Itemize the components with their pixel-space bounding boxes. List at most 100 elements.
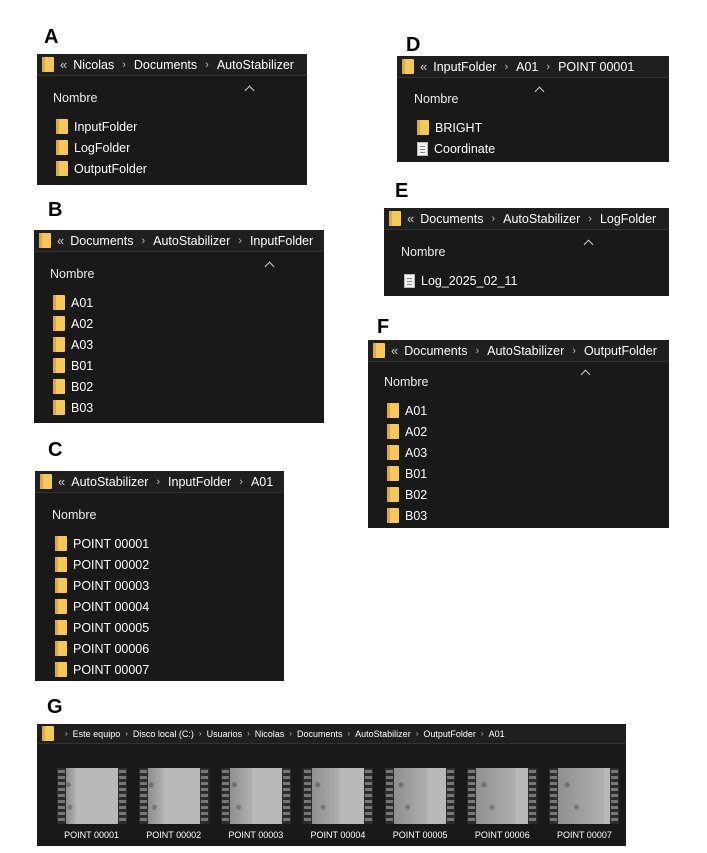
address-bar[interactable]: « AutoStabilizer › InputFolder › A01 (35, 471, 284, 493)
breadcrumb-segment[interactable]: A01 (251, 475, 273, 489)
list-item[interactable]: B03 (53, 397, 93, 418)
breadcrumb-segment[interactable]: LogFolder (600, 212, 656, 226)
breadcrumb-segment[interactable]: InputFolder (433, 60, 496, 74)
breadcrumb-segment[interactable]: Documents (134, 58, 197, 72)
folder-icon (402, 59, 414, 74)
list-item[interactable]: Coordinate (417, 138, 495, 159)
overflow-chevron-icon[interactable]: « (407, 211, 414, 226)
panel-label-c: C (48, 439, 63, 461)
video-preview-image (311, 768, 364, 824)
panel-label-g: G (47, 696, 63, 718)
video-thumbnail[interactable]: POINT 00006 (462, 768, 543, 840)
breadcrumb-segment[interactable]: AutoStabilizer (153, 234, 230, 248)
sort-ascending-icon (583, 239, 594, 250)
address-bar[interactable]: › Este equipo › Disco local (C:) › Usuarios › N… (37, 724, 626, 744)
breadcrumb-segment[interactable]: AutoStabilizer (355, 729, 411, 739)
breadcrumb-segment[interactable]: A01 (516, 60, 538, 74)
item-label: POINT 00004 (73, 599, 150, 614)
address-bar[interactable]: « Nicolas › Documents › AutoStabilizer (37, 54, 307, 76)
folder-icon (387, 445, 399, 460)
video-label: POINT 00005 (392, 830, 448, 840)
item-label: POINT 00003 (73, 578, 150, 593)
breadcrumb-segment[interactable]: Nicolas (255, 729, 285, 739)
breadcrumb-segment[interactable]: Documents (297, 729, 343, 739)
breadcrumb-segment[interactable]: Este equipo (73, 729, 121, 739)
address-bar[interactable]: « InputFolder › A01 › POINT 00001 (397, 56, 669, 78)
video-film-icon (302, 768, 373, 824)
breadcrumb-separator-icon: › (205, 58, 209, 71)
overflow-chevron-icon[interactable]: « (420, 59, 427, 74)
list-item[interactable]: B03 (387, 505, 427, 526)
list-item[interactable]: A02 (53, 313, 93, 334)
folder-icon (373, 343, 385, 358)
name-column-header[interactable]: Nombre (414, 92, 458, 106)
breadcrumb-segment[interactable]: AutoStabilizer (503, 212, 580, 226)
list-item[interactable]: POINT 00001 (55, 533, 149, 554)
list-item[interactable]: B01 (53, 355, 93, 376)
breadcrumb-segment[interactable]: Disco local (C:) (133, 729, 194, 739)
list-item[interactable]: POINT 00004 (55, 596, 149, 617)
name-column-header[interactable]: Nombre (401, 245, 445, 259)
video-thumbnail[interactable]: POINT 00002 (133, 768, 214, 840)
breadcrumb-segment[interactable]: A01 (489, 729, 505, 739)
video-thumbnail[interactable]: POINT 00001 (51, 768, 132, 840)
overflow-chevron-icon[interactable]: « (60, 57, 67, 72)
list-item[interactable]: B02 (387, 484, 427, 505)
video-thumbnail[interactable]: POINT 00005 (380, 768, 461, 840)
video-thumbnail[interactable]: POINT 00004 (297, 768, 378, 840)
list-item[interactable]: POINT 00007 (55, 659, 149, 680)
list-item[interactable]: POINT 00003 (55, 575, 149, 596)
video-thumbnail[interactable]: POINT 00007 (544, 768, 625, 840)
address-bar[interactable]: « Documents › AutoStabilizer › LogFolder (384, 208, 669, 230)
list-item[interactable]: B02 (53, 376, 93, 397)
breadcrumb-separator-icon: › (572, 344, 576, 357)
folder-icon (53, 337, 65, 352)
panel-label-d: D (406, 34, 421, 56)
name-column-header[interactable]: Nombre (52, 508, 96, 522)
breadcrumb-segment[interactable]: Documents (404, 344, 467, 358)
folder-icon (387, 424, 399, 439)
breadcrumb-segment[interactable]: AutoStabilizer (71, 475, 148, 489)
list-item[interactable]: BRIGHT (417, 117, 495, 138)
overflow-chevron-icon[interactable]: « (58, 474, 65, 489)
item-label: InputFolder (74, 119, 138, 134)
folder-icon (55, 599, 67, 614)
name-column-header[interactable]: Nombre (384, 375, 428, 389)
breadcrumb-segment[interactable]: Nicolas (73, 58, 114, 72)
breadcrumb-segment[interactable]: Documents (70, 234, 133, 248)
name-column-header[interactable]: Nombre (53, 91, 97, 105)
overflow-chevron-icon[interactable]: « (57, 233, 64, 248)
list-item[interactable]: LogFolder (56, 137, 147, 158)
list-item[interactable]: OutputFolder (56, 158, 147, 179)
breadcrumb-segment[interactable]: AutoStabilizer (217, 58, 294, 72)
panel-label-a: A (44, 26, 59, 48)
list-item[interactable]: POINT 00006 (55, 638, 149, 659)
breadcrumb-segment[interactable]: InputFolder (168, 475, 231, 489)
breadcrumb-segment[interactable]: AutoStabilizer (487, 344, 564, 358)
overflow-chevron-icon[interactable]: « (391, 343, 398, 358)
address-bar[interactable]: « Documents › AutoStabilizer › InputFolder (34, 230, 324, 252)
address-bar[interactable]: « Documents › AutoStabilizer › OutputFolder (368, 340, 669, 362)
list-item[interactable]: B01 (387, 463, 427, 484)
breadcrumb-segment[interactable]: Documents (420, 212, 483, 226)
list-item[interactable]: A03 (387, 442, 427, 463)
name-column-header[interactable]: Nombre (50, 267, 94, 281)
breadcrumb-segment[interactable]: POINT 00001 (558, 60, 634, 74)
sort-ascending-icon (244, 85, 255, 96)
video-thumbnail[interactable]: POINT 00003 (215, 768, 296, 840)
video-label: POINT 00001 (64, 830, 119, 840)
breadcrumb-segment[interactable]: Usuarios (207, 729, 243, 739)
list-item[interactable]: A01 (53, 292, 93, 313)
list-item[interactable]: POINT 00005 (55, 617, 149, 638)
list-item[interactable]: A02 (387, 421, 427, 442)
list-item[interactable]: A03 (53, 334, 93, 355)
item-label: B01 (71, 358, 94, 373)
list-item[interactable]: InputFolder (56, 116, 147, 137)
list-item[interactable]: A01 (387, 400, 427, 421)
breadcrumb-segment[interactable]: OutputFolder (423, 729, 476, 739)
item-label: POINT 00001 (73, 536, 150, 551)
list-item[interactable]: Log_2025_02_11 (404, 270, 517, 291)
breadcrumb-segment[interactable]: OutputFolder (584, 344, 657, 358)
list-item[interactable]: POINT 00002 (55, 554, 149, 575)
breadcrumb-segment[interactable]: InputFolder (250, 234, 313, 248)
